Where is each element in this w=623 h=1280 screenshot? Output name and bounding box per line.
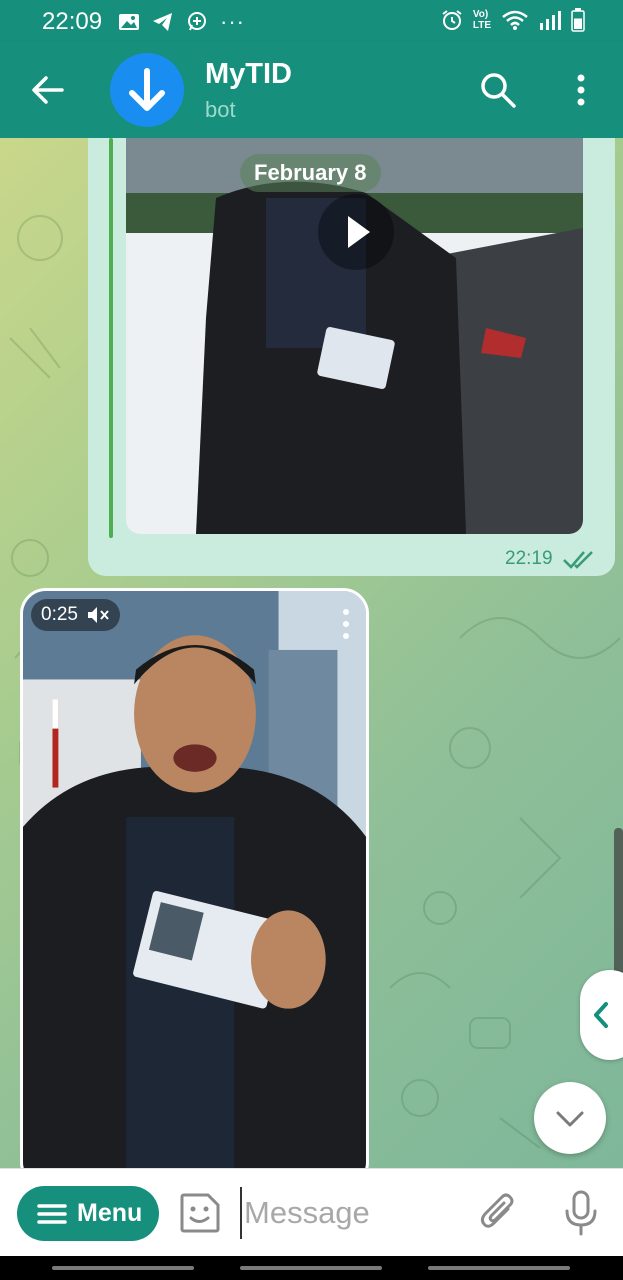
muted-speaker-icon[interactable] <box>86 604 110 626</box>
microphone-icon[interactable] <box>562 1189 600 1237</box>
message-input[interactable] <box>240 1187 460 1239</box>
chat-header: MyTID bot <box>0 42 623 138</box>
more-vert-icon[interactable] <box>566 70 596 110</box>
chevron-left-icon <box>594 1002 608 1028</box>
message-composer: Menu <box>0 1168 623 1256</box>
search-icon[interactable] <box>478 70 518 110</box>
paperclip-icon[interactable] <box>478 1191 518 1235</box>
alarm-icon <box>442 10 462 30</box>
whatsapp-icon <box>188 12 206 31</box>
sticker-emoji-icon[interactable] <box>178 1191 222 1235</box>
chat-subtitle: bot <box>205 97 236 122</box>
hamburger-icon <box>37 1203 67 1224</box>
scroll-to-bottom-button[interactable] <box>534 1082 606 1154</box>
chevron-down-icon <box>556 1111 584 1127</box>
nav-recents[interactable] <box>52 1266 194 1270</box>
download-arrow-icon <box>129 68 165 111</box>
nav-home[interactable] <box>240 1266 382 1270</box>
status-time: 22:09 <box>42 8 103 35</box>
back-arrow-icon[interactable] <box>28 72 68 108</box>
video-duration: 0:25 <box>41 604 78 625</box>
system-icons: Vo) LTE <box>441 8 585 32</box>
volte-icon: Vo) LTE <box>472 9 491 31</box>
avatar[interactable] <box>110 53 184 127</box>
telegram-icon <box>153 13 172 31</box>
reply-accent-bar <box>109 138 113 538</box>
signal-icon <box>540 11 561 30</box>
battery-icon <box>571 8 585 32</box>
nav-back[interactable] <box>428 1266 570 1270</box>
chat-area[interactable]: February 8 22:19 0:25 <box>0 138 623 1168</box>
message-time: 22:19 <box>505 548 553 569</box>
system-navigation-bar <box>0 1256 623 1280</box>
incoming-video-note[interactable]: 0:25 <box>20 588 369 1168</box>
more-vert-icon[interactable] <box>339 607 353 641</box>
status-bar: 22:09 ··· Vo) LTE <box>0 0 623 42</box>
double-check-icon <box>563 551 593 569</box>
play-button[interactable] <box>318 194 394 270</box>
chat-title[interactable]: MyTID <box>205 58 292 91</box>
more-dots-icon: ··· <box>220 9 245 34</box>
wifi-icon <box>502 10 528 30</box>
image-icon <box>119 14 139 30</box>
side-panel-handle[interactable] <box>580 970 623 1060</box>
video-duration-chip: 0:25 <box>31 599 120 631</box>
video-note-frame <box>23 591 366 1168</box>
bot-menu-button[interactable]: Menu <box>17 1186 159 1241</box>
notification-icons: ··· <box>118 9 245 35</box>
play-icon <box>348 216 370 248</box>
date-chip: February 8 <box>240 154 381 192</box>
menu-button-label: Menu <box>77 1199 143 1227</box>
